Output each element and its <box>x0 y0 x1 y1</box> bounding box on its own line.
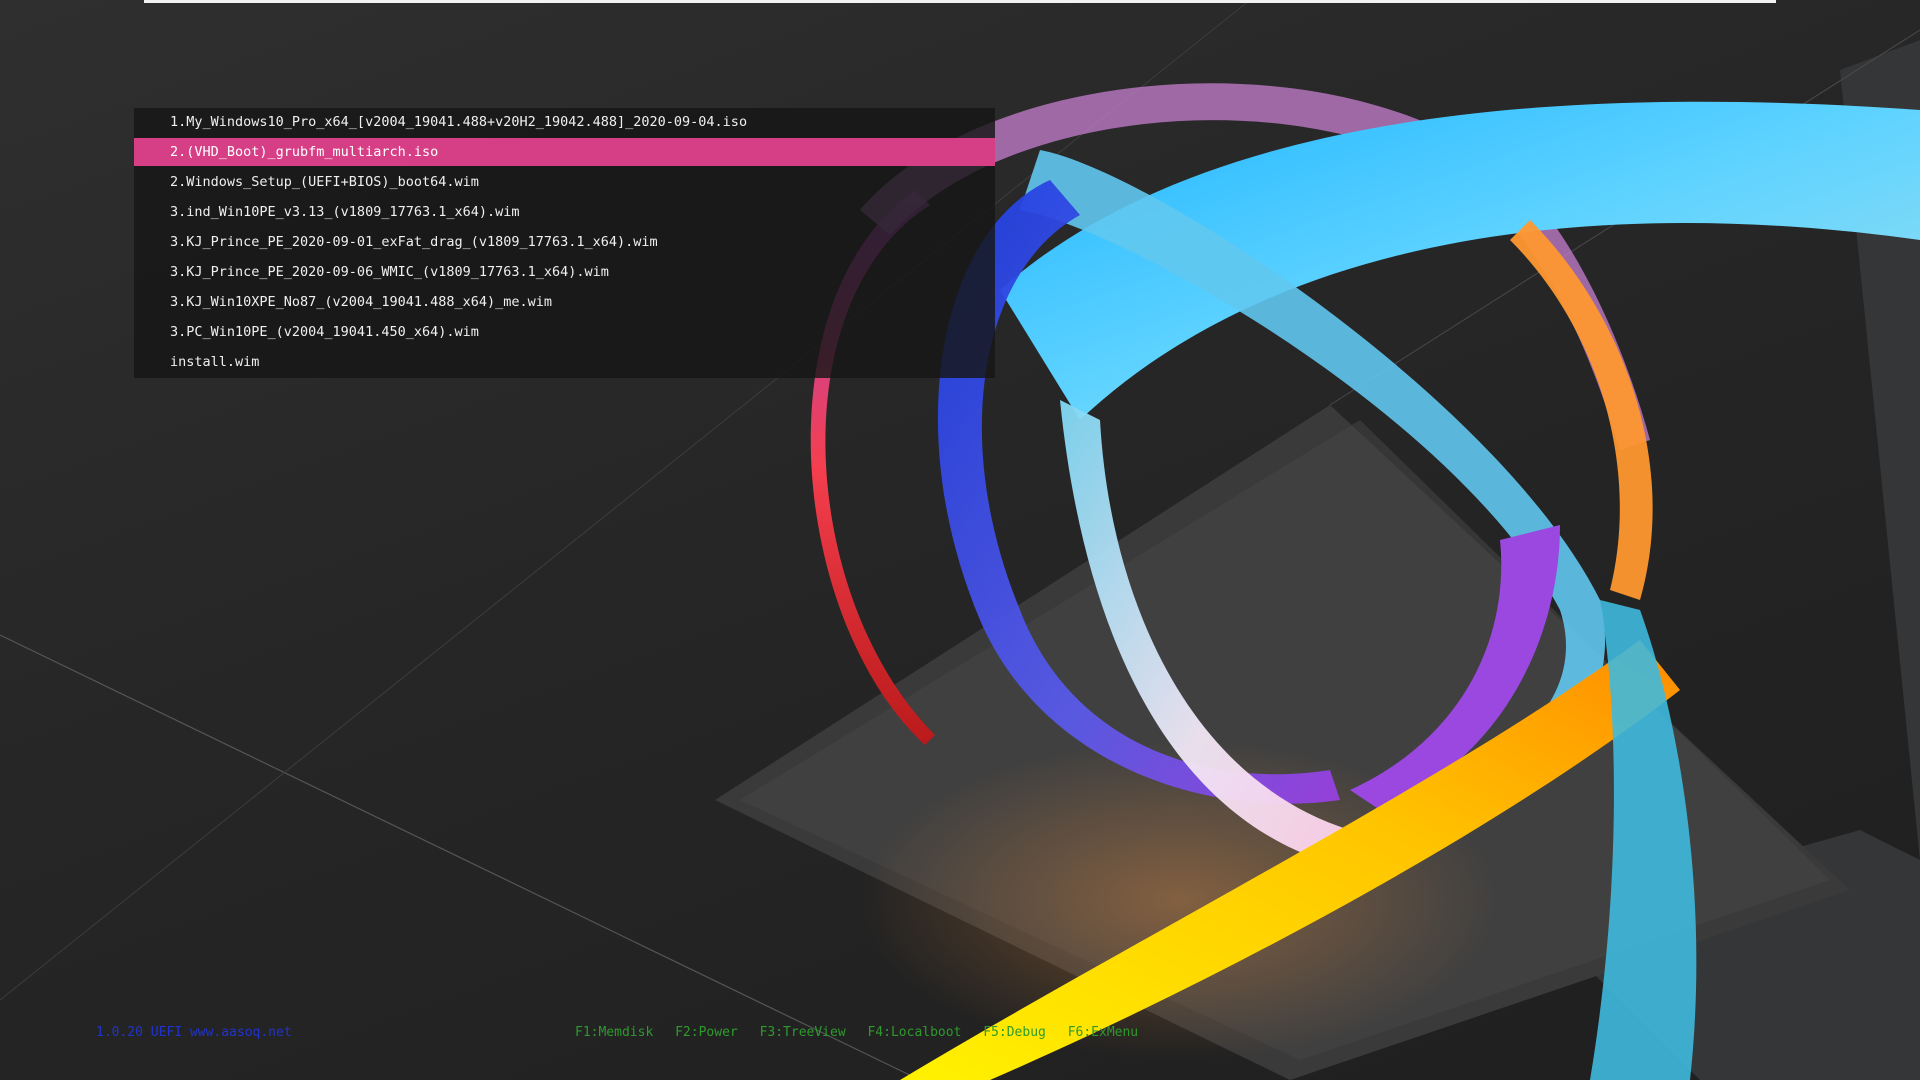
menu-item-kj-prince-pe-exfat-wim[interactable]: 3.KJ_Prince_PE_2020-09-01_exFat_drag_(v1… <box>134 228 995 256</box>
top-progress-bar <box>144 0 1776 3</box>
hotkey-f4-localboot[interactable]: F4:Localboot <box>867 1025 961 1040</box>
boot-screen: 1.My_Windows10_Pro_x64_[v2004_19041.488+… <box>0 0 1920 1080</box>
menu-item-kj-win10xpe-wim[interactable]: 3.KJ_Win10XPE_No87_(v2004_19041.488_x64)… <box>134 288 995 316</box>
hotkey-f1-memdisk[interactable]: F1:Memdisk <box>575 1025 653 1040</box>
boot-menu-list[interactable]: 1.My_Windows10_Pro_x64_[v2004_19041.488+… <box>134 108 995 378</box>
hotkey-f6-exmenu[interactable]: F6:ExMenu <box>1068 1025 1138 1040</box>
hotkey-f3-treeview[interactable]: F3:TreeView <box>760 1025 846 1040</box>
hotkey-f2-power[interactable]: F2:Power <box>675 1025 738 1040</box>
menu-item-ind-win10pe-wim[interactable]: 3.ind_Win10PE_v3.13_(v1809_17763.1_x64).… <box>134 198 995 226</box>
menu-item-grubfm-multiarch-selected[interactable]: 2.(VHD_Boot)_grubfm_multiarch.iso <box>134 138 995 166</box>
hotkey-f5-debug[interactable]: F5:Debug <box>983 1025 1046 1040</box>
menu-item-install-wim[interactable]: install.wim <box>134 348 995 376</box>
version-status-text: 1.0.20 UEFI www.aasoq.net <box>96 1025 292 1040</box>
menu-item-windows10-pro-iso[interactable]: 1.My_Windows10_Pro_x64_[v2004_19041.488+… <box>134 108 995 136</box>
hotkey-bar: F1:Memdisk F2:Power F3:TreeView F4:Local… <box>575 1025 1152 1040</box>
menu-item-windows-setup-wim[interactable]: 2.Windows_Setup_(UEFI+BIOS)_boot64.wim <box>134 168 995 196</box>
menu-item-pc-win10pe-wim[interactable]: 3.PC_Win10PE_(v2004_19041.450_x64).wim <box>134 318 995 346</box>
menu-item-kj-prince-pe-wmic-wim[interactable]: 3.KJ_Prince_PE_2020-09-06_WMIC_(v1809_17… <box>134 258 995 286</box>
